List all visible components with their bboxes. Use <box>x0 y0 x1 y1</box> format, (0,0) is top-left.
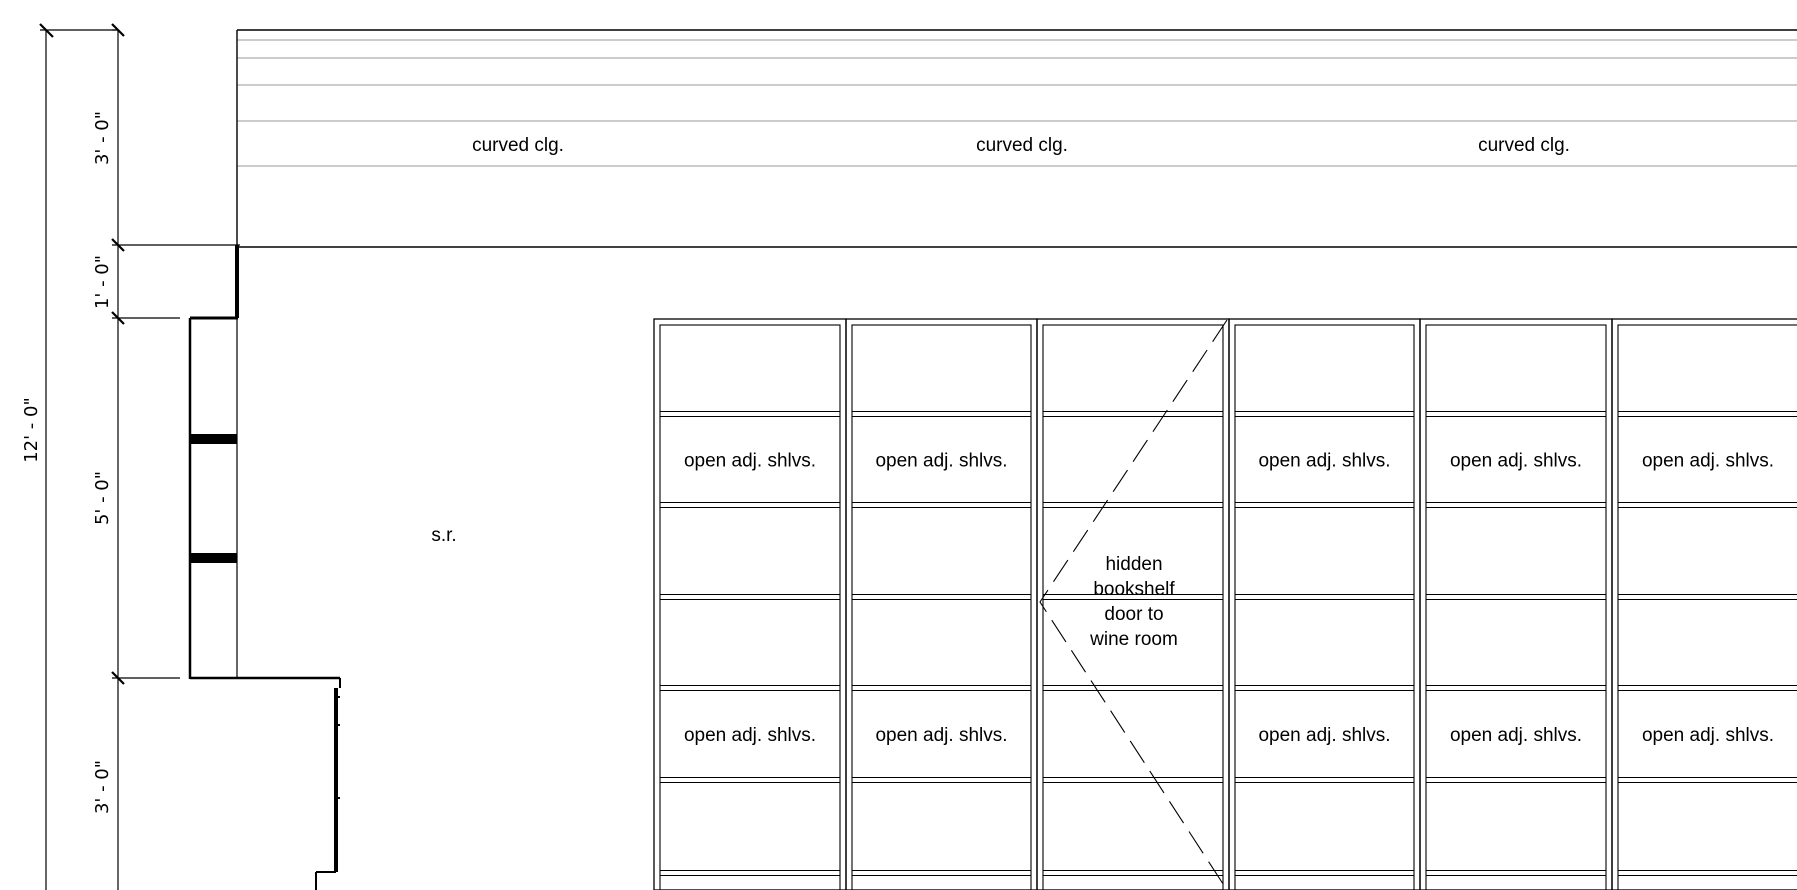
wall-blocking <box>190 434 237 444</box>
shelf-label: open adj. shlvs. <box>875 451 1007 472</box>
shelf-label: open adj. shlvs. <box>1642 725 1774 746</box>
bookshelf-bay <box>1228 318 1421 890</box>
bay-frame-inner <box>1617 324 1797 890</box>
shelf-label: open adj. shlvs. <box>1642 451 1774 472</box>
shelf-label: open adj. shlvs. <box>1258 451 1390 472</box>
ceiling-label-3: curved clg. <box>1478 135 1570 156</box>
ceiling-label-2: curved clg. <box>976 135 1068 156</box>
overall-dimension-label: 12' - 0" <box>21 397 42 463</box>
wall-blocking <box>190 553 237 563</box>
wall-section <box>188 245 341 890</box>
bay-frame-outer <box>653 318 847 890</box>
hidden-door-label: bookshelf <box>1093 579 1175 600</box>
hidden-door-label: door to <box>1104 604 1163 625</box>
dimension-segment-4: 3' - 0" <box>92 760 113 814</box>
shelf-label: open adj. shlvs. <box>684 725 816 746</box>
bay-frame-outer <box>1611 318 1797 890</box>
elevation-drawing: 12' - 0" 3' - 0" 1' - 0" 5' - 0" 3' - 0"… <box>21 23 1797 890</box>
bay-frame-inner <box>851 324 1032 890</box>
shelf-label: open adj. shlvs. <box>1450 725 1582 746</box>
bookshelf-bay <box>845 318 1038 890</box>
bookshelf-bay <box>1419 318 1613 890</box>
bookshelf-unit: open adj. shlvs. open adj. shlvs. open adj… <box>653 318 1797 890</box>
bay-frame-outer <box>845 318 1038 890</box>
bookshelf-bay <box>1611 318 1797 890</box>
bay-frame-outer <box>1228 318 1421 890</box>
dimension-segment-3: 5' - 0" <box>92 471 113 525</box>
dimension-segment-2: 1' - 0" <box>92 255 113 309</box>
segment-dimension-line <box>112 29 240 890</box>
shelf-label: open adj. shlvs. <box>1450 451 1582 472</box>
bay-frame-outer <box>1419 318 1613 890</box>
shelf-label: open adj. shlvs. <box>1258 725 1390 746</box>
wall-label: s.r. <box>431 525 456 546</box>
hidden-door-label: wine room <box>1089 629 1178 650</box>
ceiling-label-1: curved clg. <box>472 135 564 156</box>
bay-frame-inner <box>659 324 841 890</box>
hidden-door-label: hidden <box>1105 554 1162 575</box>
bay-frame-inner <box>1234 324 1415 890</box>
bookshelf-bay <box>653 318 847 890</box>
dimension-segment-1: 3' - 0" <box>92 111 113 165</box>
shelf-label: open adj. shlvs. <box>684 451 816 472</box>
bay-frame-inner <box>1425 324 1607 890</box>
shelf-label: open adj. shlvs. <box>875 725 1007 746</box>
